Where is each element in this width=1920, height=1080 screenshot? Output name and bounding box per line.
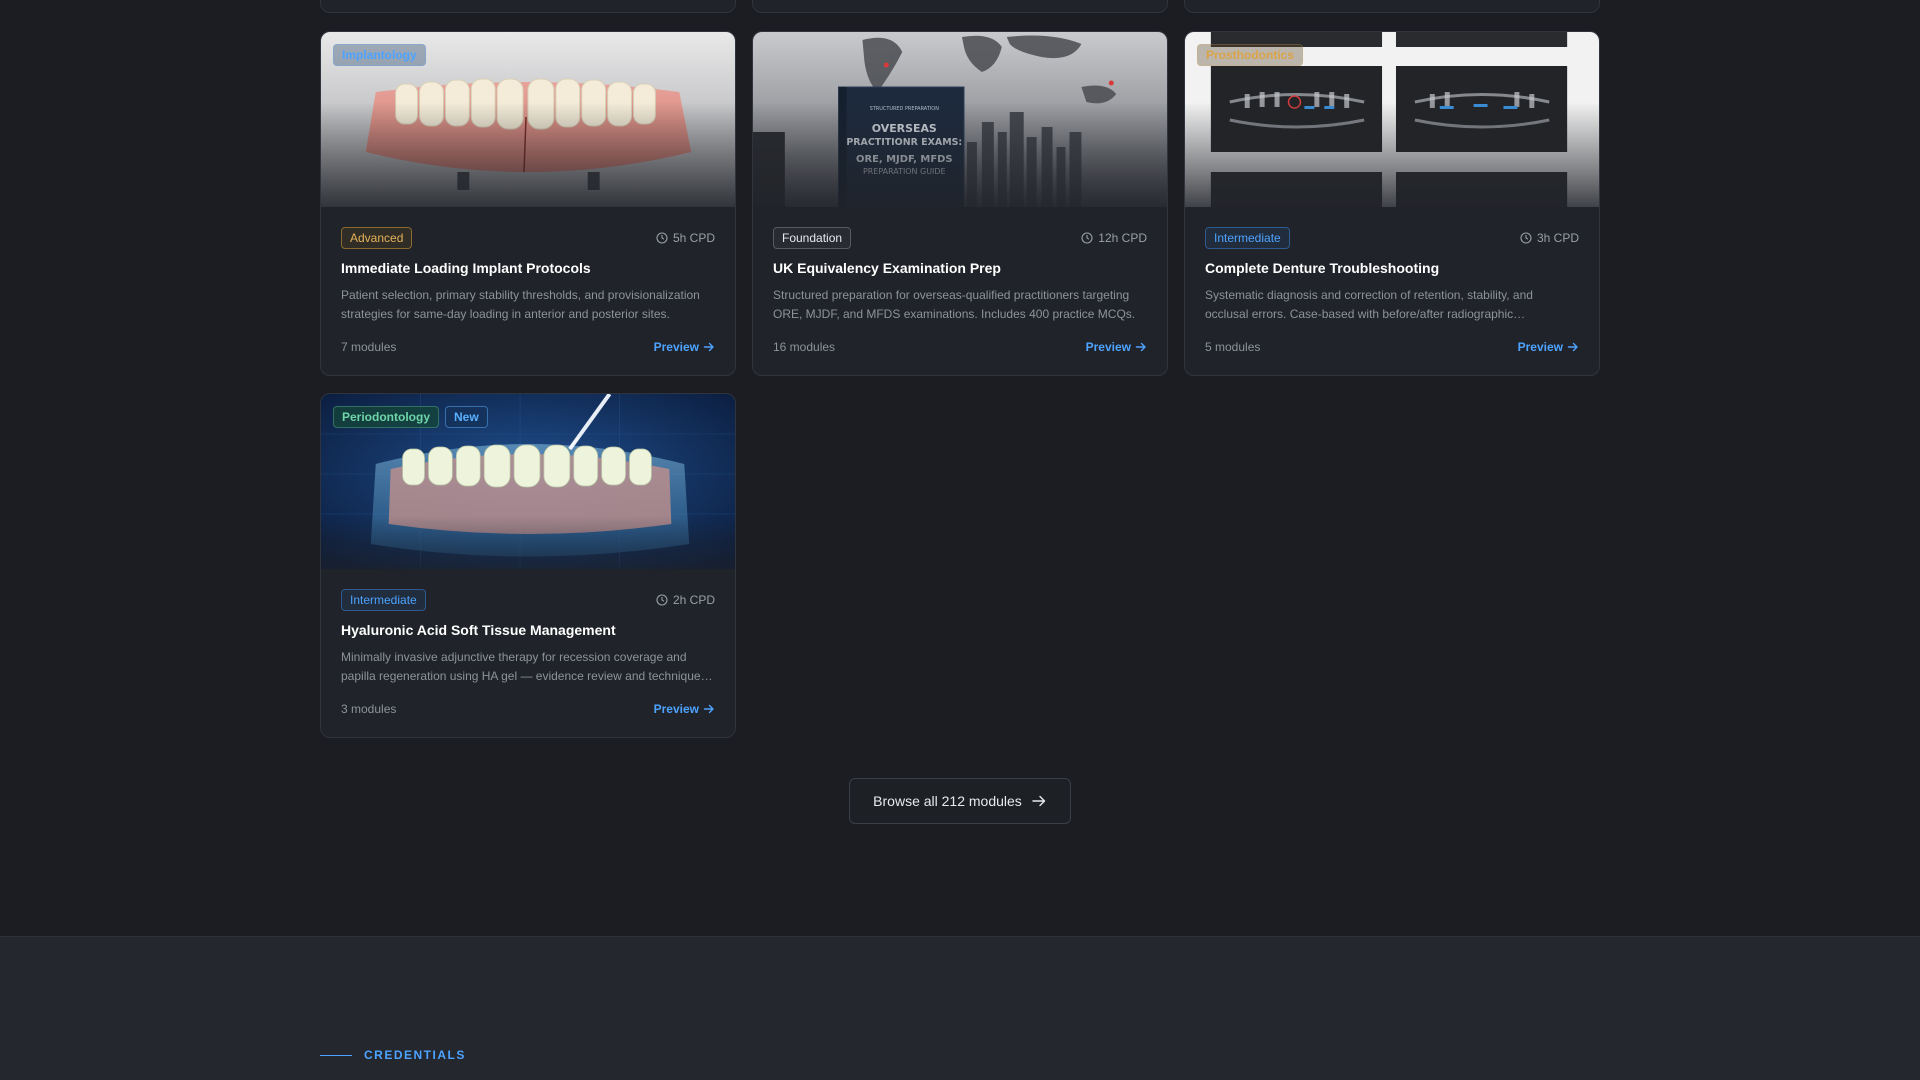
clock-icon xyxy=(1081,232,1093,244)
browse-all-label: Browse all 212 modules xyxy=(873,793,1022,809)
level-badge: Advanced xyxy=(341,227,413,249)
book-line-4: PREPARATION GUIDE xyxy=(863,167,945,176)
credentials-section xyxy=(0,936,1920,1080)
eyebrow-line xyxy=(320,1054,352,1056)
cpd-label: 3h CPD xyxy=(1536,231,1579,245)
course-title[interactable]: Hyaluronic Acid Soft Tissue Management xyxy=(341,621,715,639)
module-count: 3 modules xyxy=(341,702,397,716)
cpd-hours: 2h CPD xyxy=(656,593,715,607)
tag-group: Implantology xyxy=(333,44,426,66)
previous-row-card xyxy=(752,0,1168,13)
level-badge: Intermediate xyxy=(1205,227,1290,249)
course-card[interactable]: Prosthodontics Intermediate 3h CPD Compl… xyxy=(1184,31,1600,376)
previous-row-card xyxy=(320,0,736,13)
course-card[interactable]: STRUCTURED PREPARATION OVERSEAS PRACTITI… xyxy=(752,31,1168,376)
course-description: Structured preparation for overseas-qual… xyxy=(773,288,1136,321)
arrow-right-icon xyxy=(703,704,714,714)
cpd-hours: 5h CPD xyxy=(656,231,715,245)
browse-all-button[interactable]: Browse all 212 modules xyxy=(849,778,1071,824)
book-line-1: OVERSEAS xyxy=(872,122,937,135)
arrow-right-icon xyxy=(703,342,714,352)
svg-text:STRUCTURED PREPARATION: STRUCTURED PREPARATION xyxy=(870,106,940,112)
level-badge: Foundation xyxy=(773,227,852,249)
tag-group: Periodontology New xyxy=(333,406,488,428)
cpd-hours: 12h CPD xyxy=(1081,231,1147,245)
preview-label: Preview xyxy=(1085,340,1131,354)
course-description: Systematic diagnosis and correction of r… xyxy=(1205,288,1533,321)
clock-icon xyxy=(656,594,668,606)
course-description: Patient selection, primary stability thr… xyxy=(341,288,700,321)
course-card[interactable]: Implantology Advanced 5h CPD Immediate L… xyxy=(320,31,736,376)
section-eyebrow: CREDENTIALS xyxy=(320,1048,466,1062)
previous-row-card xyxy=(1184,0,1600,13)
category-tag: Periodontology xyxy=(333,406,439,428)
tag-group: Prosthodontics xyxy=(1197,44,1304,66)
course-thumbnail: STRUCTURED PREPARATION OVERSEAS PRACTITI… xyxy=(753,32,1167,207)
course-title[interactable]: Immediate Loading Implant Protocols xyxy=(341,259,715,277)
section-label: CREDENTIALS xyxy=(364,1048,466,1062)
arrow-right-icon xyxy=(1135,342,1146,352)
category-tag: Implantology xyxy=(333,44,426,66)
preview-link[interactable]: Preview xyxy=(654,340,715,354)
preview-label: Preview xyxy=(653,340,699,354)
book-line-3: ORE, MJDF, MFDS xyxy=(856,154,953,165)
clock-icon xyxy=(1520,232,1532,244)
preview-link[interactable]: Preview xyxy=(654,702,715,716)
module-count: 5 modules xyxy=(1205,340,1261,354)
course-thumbnail: Prosthodontics xyxy=(1185,32,1599,207)
course-title[interactable]: UK Equivalency Examination Prep xyxy=(773,259,1147,277)
exam-guide-image: STRUCTURED PREPARATION OVERSEAS PRACTITI… xyxy=(753,32,1167,207)
arrow-right-icon xyxy=(1567,342,1578,352)
preview-label: Preview xyxy=(1517,340,1563,354)
new-badge: New xyxy=(445,406,488,428)
preview-link[interactable]: Preview xyxy=(1518,340,1579,354)
course-title[interactable]: Complete Denture Troubleshooting xyxy=(1205,259,1579,277)
clock-icon xyxy=(656,232,668,244)
cpd-hours: 3h CPD xyxy=(1520,231,1579,245)
book-line-2: PRACTITIONR EXAMS: xyxy=(846,137,962,148)
module-count: 16 modules xyxy=(773,340,836,354)
category-tag: Prosthodontics xyxy=(1197,44,1304,66)
level-badge: Intermediate xyxy=(341,589,426,611)
preview-link[interactable]: Preview xyxy=(1086,340,1147,354)
module-count: 7 modules xyxy=(341,340,397,354)
cpd-label: 2h CPD xyxy=(672,593,715,607)
course-thumbnail: Implantology xyxy=(321,32,735,207)
cpd-label: 5h CPD xyxy=(672,231,715,245)
course-thumbnail: Periodontology New xyxy=(321,394,735,569)
course-card[interactable]: Periodontology New Intermediate 2h CPD H… xyxy=(320,393,736,738)
course-description: Minimally invasive adjunctive therapy fo… xyxy=(341,650,713,683)
cpd-label: 12h CPD xyxy=(1098,231,1147,245)
preview-label: Preview xyxy=(653,702,699,716)
arrow-right-icon xyxy=(1032,795,1046,807)
